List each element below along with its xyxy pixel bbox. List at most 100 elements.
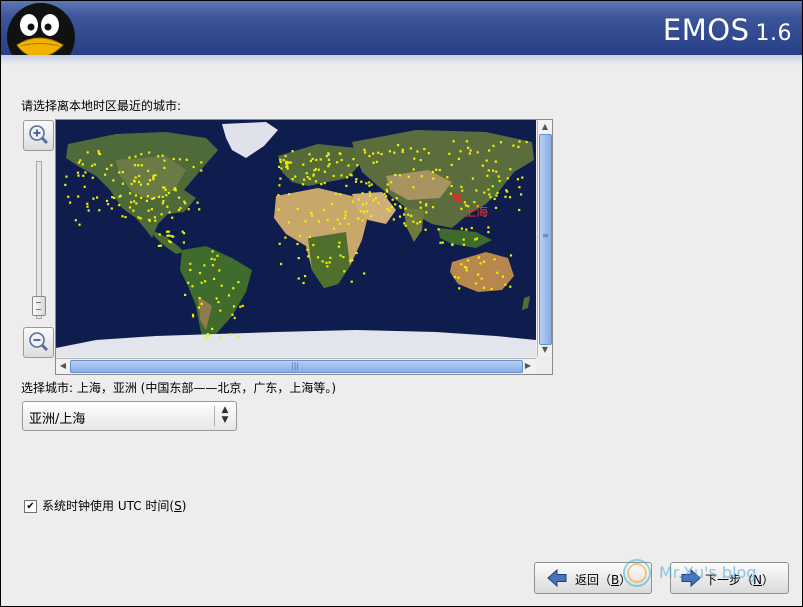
city-dot[interactable] — [282, 159, 285, 162]
city-dot[interactable] — [412, 220, 415, 223]
city-dot[interactable] — [78, 223, 81, 226]
city-dot[interactable] — [87, 209, 90, 212]
city-dot[interactable] — [134, 194, 137, 197]
city-dot[interactable] — [403, 222, 406, 225]
city-dot[interactable] — [301, 183, 305, 186]
city-dot[interactable] — [474, 238, 477, 241]
city-dot[interactable] — [342, 256, 345, 259]
city-dot[interactable] — [410, 214, 413, 217]
city-dot[interactable] — [459, 150, 462, 153]
city-dot[interactable] — [505, 189, 508, 192]
city-dot[interactable] — [372, 161, 375, 164]
city-dot[interactable] — [279, 177, 282, 180]
city-dot[interactable] — [397, 144, 400, 147]
city-dot[interactable] — [312, 243, 315, 247]
city-dot[interactable] — [289, 161, 292, 164]
city-dot[interactable] — [118, 195, 121, 198]
city-dot[interactable] — [362, 210, 365, 213]
city-dot[interactable] — [129, 192, 132, 195]
city-dot[interactable] — [86, 202, 89, 205]
city-dot[interactable] — [163, 166, 166, 169]
city-dot[interactable] — [391, 198, 394, 201]
city-dot[interactable] — [413, 157, 416, 160]
city-dot[interactable] — [452, 140, 455, 143]
city-dot[interactable] — [287, 161, 290, 164]
city-dot[interactable] — [395, 197, 398, 200]
city-dot[interactable] — [512, 144, 515, 147]
city-dot[interactable] — [385, 188, 388, 191]
city-dot[interactable] — [473, 201, 476, 204]
city-dot[interactable] — [200, 281, 203, 284]
city-dot[interactable] — [148, 151, 151, 154]
city-dot[interactable] — [416, 222, 419, 225]
city-dot[interactable] — [278, 184, 281, 187]
city-dot[interactable] — [128, 206, 132, 209]
city-dot[interactable] — [96, 196, 99, 199]
city-dot[interactable] — [181, 230, 184, 233]
city-dot[interactable] — [439, 241, 442, 244]
city-dot[interactable] — [463, 265, 466, 269]
city-dot[interactable] — [368, 154, 371, 158]
city-dot[interactable] — [192, 165, 195, 169]
city-dot[interactable] — [339, 254, 342, 257]
city-dot[interactable] — [219, 336, 222, 339]
city-dot[interactable] — [161, 202, 164, 205]
city-dot[interactable] — [347, 222, 350, 225]
city-dot[interactable] — [157, 195, 161, 198]
city-dot[interactable] — [355, 251, 358, 255]
city-dot[interactable] — [308, 153, 311, 156]
city-dot[interactable] — [345, 184, 348, 187]
city-dot[interactable] — [86, 151, 89, 154]
city-dot[interactable] — [305, 172, 308, 175]
city-dot[interactable] — [315, 158, 318, 161]
city-dot[interactable] — [147, 209, 150, 212]
city-dot[interactable] — [232, 287, 235, 290]
city-dot[interactable] — [338, 241, 341, 244]
city-dot[interactable] — [474, 282, 478, 285]
next-button[interactable]: 下一步（N） — [670, 562, 789, 594]
city-dot[interactable] — [297, 257, 300, 260]
city-dot[interactable] — [284, 155, 287, 158]
city-dot[interactable] — [137, 164, 140, 167]
city-dot[interactable] — [432, 177, 435, 180]
city-dot[interactable] — [198, 297, 201, 300]
city-dot[interactable] — [64, 183, 67, 186]
city-dot[interactable] — [339, 152, 342, 156]
city-dot[interactable] — [308, 235, 311, 239]
city-dot[interactable] — [328, 163, 331, 166]
city-dot[interactable] — [298, 234, 301, 237]
city-dot[interactable] — [494, 160, 497, 163]
city-dot[interactable] — [504, 283, 507, 286]
city-dot[interactable] — [168, 211, 171, 214]
city-dot[interactable] — [77, 174, 80, 177]
city-dot[interactable] — [323, 182, 326, 185]
city-dot[interactable] — [233, 316, 236, 320]
city-dot[interactable] — [291, 177, 294, 181]
city-dot[interactable] — [121, 182, 124, 185]
city-dot[interactable] — [287, 221, 290, 224]
city-dot[interactable] — [161, 195, 164, 198]
city-dot[interactable] — [167, 230, 170, 233]
city-dot[interactable] — [76, 171, 80, 174]
city-dot[interactable] — [491, 185, 494, 188]
city-dot[interactable] — [204, 280, 207, 283]
city-dot[interactable] — [427, 152, 430, 155]
city-dot[interactable] — [495, 194, 498, 197]
city-dot[interactable] — [499, 141, 503, 144]
city-dot[interactable] — [161, 154, 164, 157]
city-dot[interactable] — [171, 216, 174, 219]
city-dot[interactable] — [147, 169, 150, 172]
utc-checkbox-label[interactable]: 系统时钟使用 UTC 时间(S) — [42, 497, 186, 514]
city-dot[interactable] — [487, 169, 490, 172]
city-dot[interactable] — [307, 255, 310, 258]
city-dot[interactable] — [509, 168, 512, 171]
city-dot[interactable] — [496, 271, 499, 274]
city-dot[interactable] — [148, 219, 151, 222]
city-dot[interactable] — [392, 218, 395, 221]
city-dot[interactable] — [332, 174, 335, 177]
city-dot[interactable] — [280, 167, 283, 170]
city-dot[interactable] — [204, 338, 207, 341]
city-dot[interactable] — [326, 218, 329, 221]
city-dot[interactable] — [197, 306, 200, 309]
city-dot[interactable] — [327, 152, 330, 155]
